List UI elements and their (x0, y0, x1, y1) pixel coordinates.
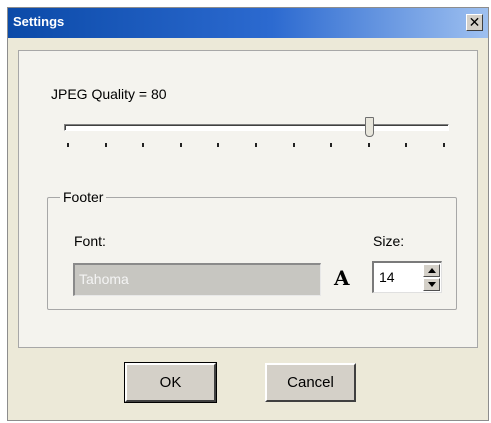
slider-tick (180, 143, 182, 147)
cancel-button[interactable]: Cancel (265, 363, 356, 402)
size-label: Size: (373, 233, 405, 249)
jpeg-quality-slider[interactable] (64, 124, 449, 131)
slider-tick (443, 143, 445, 147)
slider-tick (105, 143, 107, 147)
slider-tick (330, 143, 332, 147)
window-title: Settings (13, 14, 65, 29)
size-spinner[interactable] (423, 264, 440, 291)
slider-tick (293, 143, 295, 147)
font-icon[interactable]: A (334, 266, 350, 290)
title-bar[interactable]: Settings ✕ (8, 8, 488, 38)
slider-tick (405, 143, 407, 147)
slider-tick (255, 143, 257, 147)
size-spinbox[interactable]: 14 (372, 261, 442, 293)
close-button[interactable]: ✕ (466, 14, 483, 31)
arrow-down-icon (428, 282, 436, 287)
slider-tick (217, 143, 219, 147)
slider-tick (142, 143, 144, 147)
arrow-up-icon (428, 268, 436, 273)
ok-button[interactable]: OK (124, 362, 217, 403)
close-icon: ✕ (468, 14, 481, 30)
font-label: Font: (74, 233, 106, 249)
size-value[interactable]: 14 (379, 269, 395, 285)
slider-thumb[interactable] (365, 117, 374, 137)
font-field[interactable]: Tahoma (73, 263, 321, 296)
spin-down-button[interactable] (423, 278, 440, 291)
footer-legend: Footer (60, 189, 107, 205)
slider-tick (67, 143, 69, 147)
jpeg-quality-label: JPEG Quality = 80 (51, 86, 167, 102)
slider-tick (368, 143, 370, 147)
spin-up-button[interactable] (423, 264, 440, 277)
